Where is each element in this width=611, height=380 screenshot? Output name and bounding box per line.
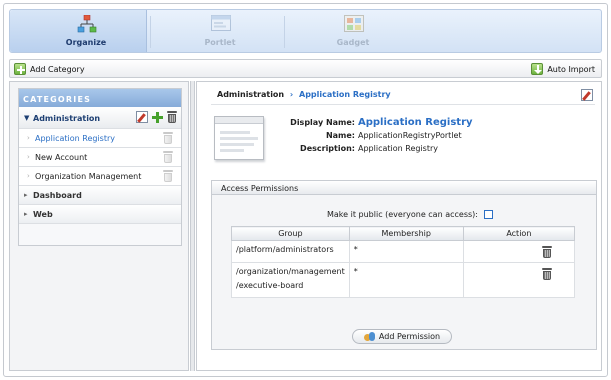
divider: [211, 104, 595, 105]
tab-organize-label: Organize: [65, 38, 107, 47]
delete-app-icon[interactable]: [163, 151, 173, 163]
name-label: Name:: [325, 131, 355, 140]
bullet-icon: ›: [27, 153, 30, 161]
description-value: Application Registry: [358, 144, 438, 153]
membership-cell: *: [348, 240, 464, 263]
app-item-label: Application Registry: [35, 134, 115, 143]
group-cell: /platform/administrators: [231, 240, 350, 263]
breadcrumb: Administration › Application Registry: [217, 90, 391, 99]
column-header-action: Action: [462, 226, 576, 241]
bullet-icon: ›: [27, 172, 30, 180]
breadcrumb-separator: ›: [289, 90, 294, 99]
tab-organize[interactable]: Organize: [21, 10, 151, 52]
add-category-label: Add Category: [30, 64, 85, 74]
add-category-icon: [14, 63, 26, 75]
gadget-icon: [344, 15, 364, 32]
delete-permission-icon[interactable]: [541, 246, 552, 258]
auto-import-button[interactable]: Auto Import: [531, 62, 595, 76]
description-label: Description:: [300, 144, 355, 153]
expand-down-icon: ▼: [24, 114, 30, 122]
display-name-value: Application Registry: [358, 117, 473, 128]
category-administration[interactable]: ▼ Administration: [19, 107, 181, 129]
app-item-label: Organization Management: [35, 172, 142, 181]
public-access-checkbox[interactable]: [483, 210, 493, 219]
tab-divider: [150, 16, 151, 48]
column-header-membership: Membership: [348, 226, 464, 241]
permissions-table: Group Membership Action /platform/admini…: [231, 226, 576, 298]
category-label: Dashboard: [33, 191, 82, 200]
app-item-new-account[interactable]: › New Account: [19, 148, 181, 167]
add-category-button[interactable]: Add Category: [14, 62, 85, 76]
app-item-organization-management[interactable]: › Organization Management: [19, 167, 181, 186]
portlet-icon: [211, 15, 231, 31]
group-value-continued: /executive-board: [236, 281, 304, 290]
left-panel: CATEGORIES ▼ Administration › Applicatio…: [9, 81, 189, 371]
import-icon: [531, 63, 544, 75]
table-row: /platform/administrators *: [231, 240, 576, 263]
organize-icon: [77, 15, 97, 33]
access-permissions-title: Access Permissions: [212, 181, 596, 195]
action-cell: [462, 240, 576, 263]
display-name-label: Display Name:: [290, 118, 355, 127]
categories-panel: CATEGORIES ▼ Administration › Applicatio…: [18, 88, 182, 246]
delete-app-icon[interactable]: [163, 170, 173, 182]
group-value: /organization/management: [236, 267, 345, 276]
edit-application-icon[interactable]: [581, 89, 593, 101]
panel-resize-handle[interactable]: [190, 81, 195, 371]
tab-gadget[interactable]: Gadget: [288, 10, 418, 52]
membership-cell: *: [348, 262, 464, 298]
tab-gadget-label: Gadget: [336, 38, 370, 47]
action-cell: [462, 262, 576, 298]
app-item-label: New Account: [35, 153, 88, 162]
edit-category-icon[interactable]: [136, 111, 148, 123]
name-row: Name: ApplicationRegistryPortlet: [269, 131, 462, 140]
public-access-label: Make it public (everyone can access):: [327, 210, 478, 219]
display-name-row: Display Name: Application Registry: [269, 117, 473, 128]
add-application-icon[interactable]: [152, 111, 163, 123]
app-item-application-registry[interactable]: › Application Registry: [19, 129, 181, 148]
tab-portlet[interactable]: Portlet: [155, 10, 285, 52]
table-row: /organization/management /executive-boar…: [231, 262, 576, 298]
delete-permission-icon[interactable]: [541, 268, 552, 280]
top-tab-bar: Organize Portlet Gadget: [9, 9, 602, 53]
add-permission-button[interactable]: Add Permission: [352, 329, 452, 344]
category-dashboard[interactable]: ▸ Dashboard: [19, 186, 181, 205]
expand-right-icon: ▸: [24, 210, 28, 218]
group-cell: /organization/management /executive-boar…: [231, 262, 350, 298]
categories-title: CATEGORIES: [19, 89, 181, 107]
content-panel: Administration › Application Registry Di…: [196, 81, 602, 371]
public-access-row: Make it public (everyone can access):: [327, 210, 493, 219]
breadcrumb-parent[interactable]: Administration: [217, 90, 284, 99]
users-icon: [363, 331, 375, 342]
name-value: ApplicationRegistryPortlet: [358, 131, 462, 140]
tab-portlet-label: Portlet: [204, 38, 236, 47]
category-actions: [136, 111, 177, 123]
access-permissions-panel: Access Permissions Make it public (every…: [211, 180, 597, 350]
group-value: /platform/administrators: [236, 245, 334, 254]
category-label: Web: [33, 210, 53, 219]
delete-app-icon[interactable]: [163, 132, 173, 144]
action-toolbar: Add Category Auto Import: [9, 59, 602, 78]
add-permission-label: Add Permission: [378, 332, 441, 341]
delete-category-icon[interactable]: [167, 111, 177, 123]
expand-right-icon: ▸: [24, 191, 28, 199]
category-web[interactable]: ▸ Web: [19, 205, 181, 224]
tab-divider: [284, 16, 285, 48]
column-header-group: Group: [231, 226, 350, 241]
description-row: Description: Application Registry: [269, 144, 438, 153]
application-thumbnail: [214, 116, 264, 160]
auto-import-label: Auto Import: [547, 64, 595, 74]
category-label: Administration: [33, 114, 101, 123]
breadcrumb-current: Application Registry: [299, 90, 391, 99]
bullet-icon: ›: [27, 134, 30, 142]
